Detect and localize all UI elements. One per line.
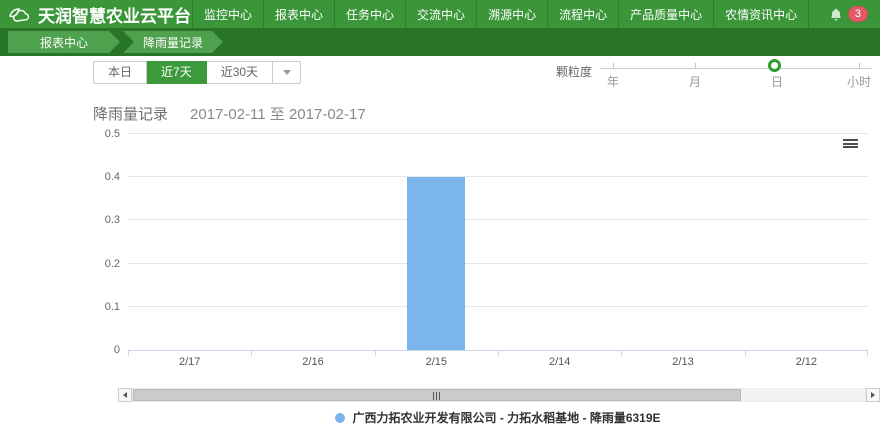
- x-axis-tick: [375, 350, 376, 356]
- slider-tick: [695, 63, 696, 68]
- y-axis-label: 0.3: [88, 214, 120, 226]
- nav-item[interactable]: 交流中心: [405, 0, 476, 28]
- filter-button[interactable]: 近7天: [147, 61, 207, 84]
- chart-menu-button[interactable]: [843, 139, 858, 150]
- scrollbar-thumb[interactable]: [133, 389, 741, 401]
- slider-handle[interactable]: [768, 59, 781, 72]
- x-axis-tick: [745, 350, 746, 356]
- nav-item[interactable]: 报表中心: [263, 0, 334, 28]
- notification-bell-icon[interactable]: [829, 7, 843, 22]
- y-axis-label: 0.2: [88, 258, 120, 270]
- date-filter-group: 本日近7天近30天: [93, 61, 301, 84]
- breadcrumb: 报表中心降雨量记录: [0, 28, 880, 56]
- legend-marker-icon: [335, 413, 345, 423]
- x-axis-label: 2/16: [251, 356, 374, 368]
- notification-badge[interactable]: 3: [848, 6, 868, 22]
- scrollbar-right-button[interactable]: [866, 388, 880, 402]
- bar[interactable]: [407, 177, 465, 350]
- slider-tick: [613, 63, 614, 68]
- filter-button[interactable]: 近30天: [207, 61, 273, 84]
- y-axis-label: 0: [88, 344, 120, 356]
- granularity-label: 颗粒度: [556, 63, 592, 80]
- chart-scrollbar: [118, 388, 880, 402]
- page-title: 降雨量记录: [93, 106, 168, 123]
- x-axis-label: 2/15: [375, 356, 498, 368]
- filter-more-button[interactable]: [273, 61, 301, 84]
- slider-track[interactable]: [600, 68, 872, 69]
- legend-label: 广西力拓农业开发有限公司 - 力拓水稻基地 - 降雨量6319E: [352, 409, 660, 426]
- x-axis-label: 2/14: [498, 356, 621, 368]
- thumb-grip-icon: [433, 392, 441, 400]
- x-axis-label: 2/12: [745, 356, 868, 368]
- arrow-right-icon: [871, 392, 875, 398]
- grid-line: [128, 263, 868, 264]
- plot-area: 00.10.20.30.40.52/172/162/152/142/132/12: [128, 135, 868, 351]
- chart-legend[interactable]: 广西力拓农业开发有限公司 - 力拓水稻基地 - 降雨量6319E: [128, 409, 868, 426]
- nav-right: 3: [829, 0, 880, 28]
- logo[interactable]: 天润智慧农业云平台: [0, 0, 192, 28]
- grid-line: [128, 306, 868, 307]
- x-axis-tick: [867, 350, 868, 356]
- logo-text: 天润智慧农业云平台: [38, 2, 191, 27]
- grid-line: [128, 176, 868, 177]
- y-axis-label: 0.4: [88, 171, 120, 183]
- breadcrumb-item[interactable]: 报表中心: [8, 31, 120, 53]
- app-window: 天润智慧农业云平台 监控中心报表中心任务中心交流中心溯源中心流程中心产品质量中心…: [0, 0, 880, 446]
- x-axis-label: 2/17: [128, 356, 251, 368]
- slider-tick: [859, 63, 860, 68]
- grid-line: [128, 219, 868, 220]
- slider-option-label[interactable]: 年: [607, 73, 619, 90]
- nav-item[interactable]: 产品质量中心: [618, 0, 713, 28]
- slider-option-label[interactable]: 日: [771, 73, 783, 90]
- nav-item[interactable]: 农情资讯中心: [713, 0, 809, 28]
- x-axis-tick: [128, 350, 129, 356]
- slider-option-label[interactable]: 月: [689, 73, 701, 90]
- granularity-slider[interactable]: 年 月 日 小时: [600, 56, 872, 90]
- nav-menu: 监控中心报表中心任务中心交流中心溯源中心流程中心产品质量中心农情资讯中心: [192, 0, 809, 28]
- nav-item[interactable]: 溯源中心: [476, 0, 547, 28]
- grid-line: [128, 133, 868, 134]
- nav-item[interactable]: 监控中心: [192, 0, 263, 28]
- rainfall-chart: 0 0.1 0.2 0.3 0.4 0.5 2/172/162/152/142/132/12: [0, 128, 880, 380]
- x-axis-tick: [498, 350, 499, 356]
- y-axis-label: 0.5: [88, 128, 120, 140]
- y-axis-label: 0.1: [88, 301, 120, 313]
- top-nav: 天润智慧农业云平台 监控中心报表中心任务中心交流中心溯源中心流程中心产品质量中心…: [0, 0, 880, 28]
- arrow-left-icon: [123, 392, 127, 398]
- breadcrumb-item[interactable]: 降雨量记录: [123, 31, 223, 53]
- caret-down-icon: [283, 70, 291, 75]
- leaf-cloud-logo-icon: [8, 6, 32, 23]
- scrollbar-track[interactable]: [132, 388, 866, 402]
- x-axis-tick: [251, 350, 252, 356]
- filter-button[interactable]: 本日: [93, 61, 147, 84]
- nav-item[interactable]: 流程中心: [547, 0, 618, 28]
- x-axis-label: 2/13: [621, 356, 744, 368]
- date-range: 2017-02-11 至 2017-02-17: [190, 106, 366, 123]
- x-axis-tick: [621, 350, 622, 356]
- scrollbar-left-button[interactable]: [118, 388, 132, 402]
- slider-option-label[interactable]: 小时: [847, 73, 871, 90]
- chart-title-row: 降雨量记录 2017-02-11 至 2017-02-17: [93, 103, 366, 124]
- nav-item[interactable]: 任务中心: [334, 0, 405, 28]
